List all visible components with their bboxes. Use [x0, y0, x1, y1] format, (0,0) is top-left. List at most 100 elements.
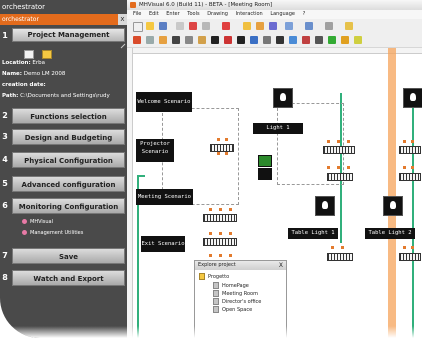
zoom-icon[interactable]	[285, 22, 293, 30]
seat	[331, 246, 334, 249]
seat	[225, 138, 228, 141]
tree-item-open-space[interactable]: Open Space	[213, 306, 252, 313]
design-budgeting-button[interactable]: Design and Budgeting	[12, 129, 125, 145]
step-number: 2	[2, 111, 8, 120]
speaker-icon[interactable]	[276, 36, 284, 44]
table	[399, 173, 421, 181]
menu-enter[interactable]: Enter	[166, 11, 179, 17]
light1-block[interactable]: Light 1	[253, 123, 303, 134]
utility-management[interactable]: Management Utilities	[22, 230, 83, 236]
projector-scenario-block[interactable]: Projector Scenario	[136, 139, 174, 162]
menu-edit[interactable]: Edit	[149, 11, 159, 17]
dim-up-button[interactable]	[258, 155, 272, 167]
power-icon[interactable]	[315, 36, 323, 44]
tree-item-homepage[interactable]: HomePage	[213, 282, 249, 289]
tree-label: Meeting Room	[222, 291, 258, 297]
settings-icon[interactable]	[325, 22, 333, 30]
camera-icon[interactable]	[263, 36, 271, 44]
new-icon[interactable]	[133, 22, 143, 32]
paste-icon[interactable]	[243, 22, 251, 30]
horizontal-ruler	[127, 48, 422, 54]
orchestrator-title: orchestrator	[2, 3, 46, 11]
step-number: 8	[2, 273, 8, 282]
page-icon	[213, 298, 219, 305]
physical-configuration-button[interactable]: Physical Configuration	[12, 152, 125, 168]
step-number: 6	[2, 201, 8, 210]
tree-root[interactable]: Progetto	[199, 273, 229, 280]
scenario-icon[interactable]	[328, 36, 336, 44]
switch-icon[interactable]	[211, 36, 219, 44]
monitoring-configuration-button[interactable]: Monitoring Configuration	[12, 198, 125, 214]
table-light2-block[interactable]: Table Light 2	[365, 228, 415, 239]
close-x-icon[interactable]	[222, 22, 230, 30]
image-icon[interactable]	[345, 22, 353, 30]
pencil-icon[interactable]	[269, 22, 277, 30]
advanced-configuration-button[interactable]: Advanced configuration	[12, 176, 125, 192]
sensor-icon[interactable]	[250, 36, 258, 44]
dimmer-icon[interactable]	[354, 36, 362, 44]
table-light1-block[interactable]: Table Light 1	[288, 228, 338, 239]
close-icon[interactable]: X	[279, 261, 283, 270]
lamp-icon[interactable]	[403, 88, 422, 108]
new-project-icon[interactable]	[24, 50, 34, 59]
seat	[209, 232, 212, 235]
tree-item-directors-office[interactable]: Director's office	[213, 298, 261, 305]
pointer-icon[interactable]	[133, 36, 141, 44]
menu-drawing[interactable]: Drawing	[207, 11, 228, 17]
edit-icon[interactable]	[120, 43, 126, 49]
utility-mhvisual[interactable]: MHVisual	[22, 219, 53, 225]
save-icon[interactable]	[159, 22, 167, 30]
block-icon[interactable]	[237, 36, 245, 44]
close-icon[interactable]: x	[118, 14, 127, 25]
menu-file[interactable]: File	[133, 11, 141, 17]
step-number: 4	[2, 155, 8, 164]
table	[203, 238, 237, 246]
lamp-icon[interactable]	[273, 88, 293, 108]
welcome-scenario-block[interactable]: Welcome Scenario	[136, 92, 192, 112]
seat	[411, 166, 414, 169]
app-icon	[130, 1, 136, 8]
vertical-ruler	[127, 48, 133, 338]
seat	[229, 232, 232, 235]
watch-export-button[interactable]: Watch and Export	[12, 270, 125, 286]
app-frame: orchestrator orchestrator x 1 Project Ma…	[0, 0, 422, 338]
dim-down-button[interactable]	[258, 168, 272, 180]
tree-label: HomePage	[222, 283, 249, 289]
explore-project-titlebar: Explore project X	[195, 261, 286, 270]
menu-tools[interactable]: Tools	[187, 11, 199, 17]
open-folder-icon[interactable]	[42, 50, 53, 59]
layout-icon[interactable]	[305, 22, 313, 30]
seat	[337, 140, 340, 143]
project-management-button[interactable]: Project Management	[12, 28, 125, 42]
door-icon[interactable]	[185, 36, 193, 44]
location-label: Location:	[2, 60, 31, 66]
functions-selection-button[interactable]: Functions selection	[12, 108, 125, 124]
cut-icon[interactable]	[176, 22, 184, 30]
save-button[interactable]: Save	[12, 248, 125, 264]
seat	[327, 166, 330, 169]
blind-icon[interactable]	[289, 36, 297, 44]
meeting-scenario-block[interactable]: Meeting Scenario	[136, 189, 193, 205]
step-number: 7	[2, 251, 8, 260]
open-icon[interactable]	[146, 22, 154, 30]
exit-scenario-block[interactable]: Exit Scenario	[141, 236, 185, 252]
tree-item-meeting-room[interactable]: Meeting Room	[213, 290, 258, 297]
connector-line	[137, 175, 145, 177]
seat	[217, 138, 220, 141]
delete-icon[interactable]	[189, 22, 197, 30]
grid-icon[interactable]	[256, 22, 264, 30]
copy-icon[interactable]	[202, 22, 210, 30]
wall-icon[interactable]	[198, 36, 206, 44]
menu-interaction[interactable]: Interaction	[236, 11, 263, 17]
menu-help[interactable]: ?	[303, 11, 306, 17]
rect-icon[interactable]	[159, 36, 167, 44]
lamp-icon[interactable]	[315, 196, 335, 216]
text-icon[interactable]	[172, 36, 180, 44]
lamp-icon[interactable]	[383, 196, 403, 216]
lamp-icon[interactable]	[341, 36, 349, 44]
seat	[217, 152, 220, 155]
line-icon[interactable]	[146, 36, 154, 44]
heating-icon[interactable]	[302, 36, 310, 44]
alarm-icon[interactable]	[224, 36, 232, 44]
menu-language[interactable]: Language	[270, 11, 295, 17]
